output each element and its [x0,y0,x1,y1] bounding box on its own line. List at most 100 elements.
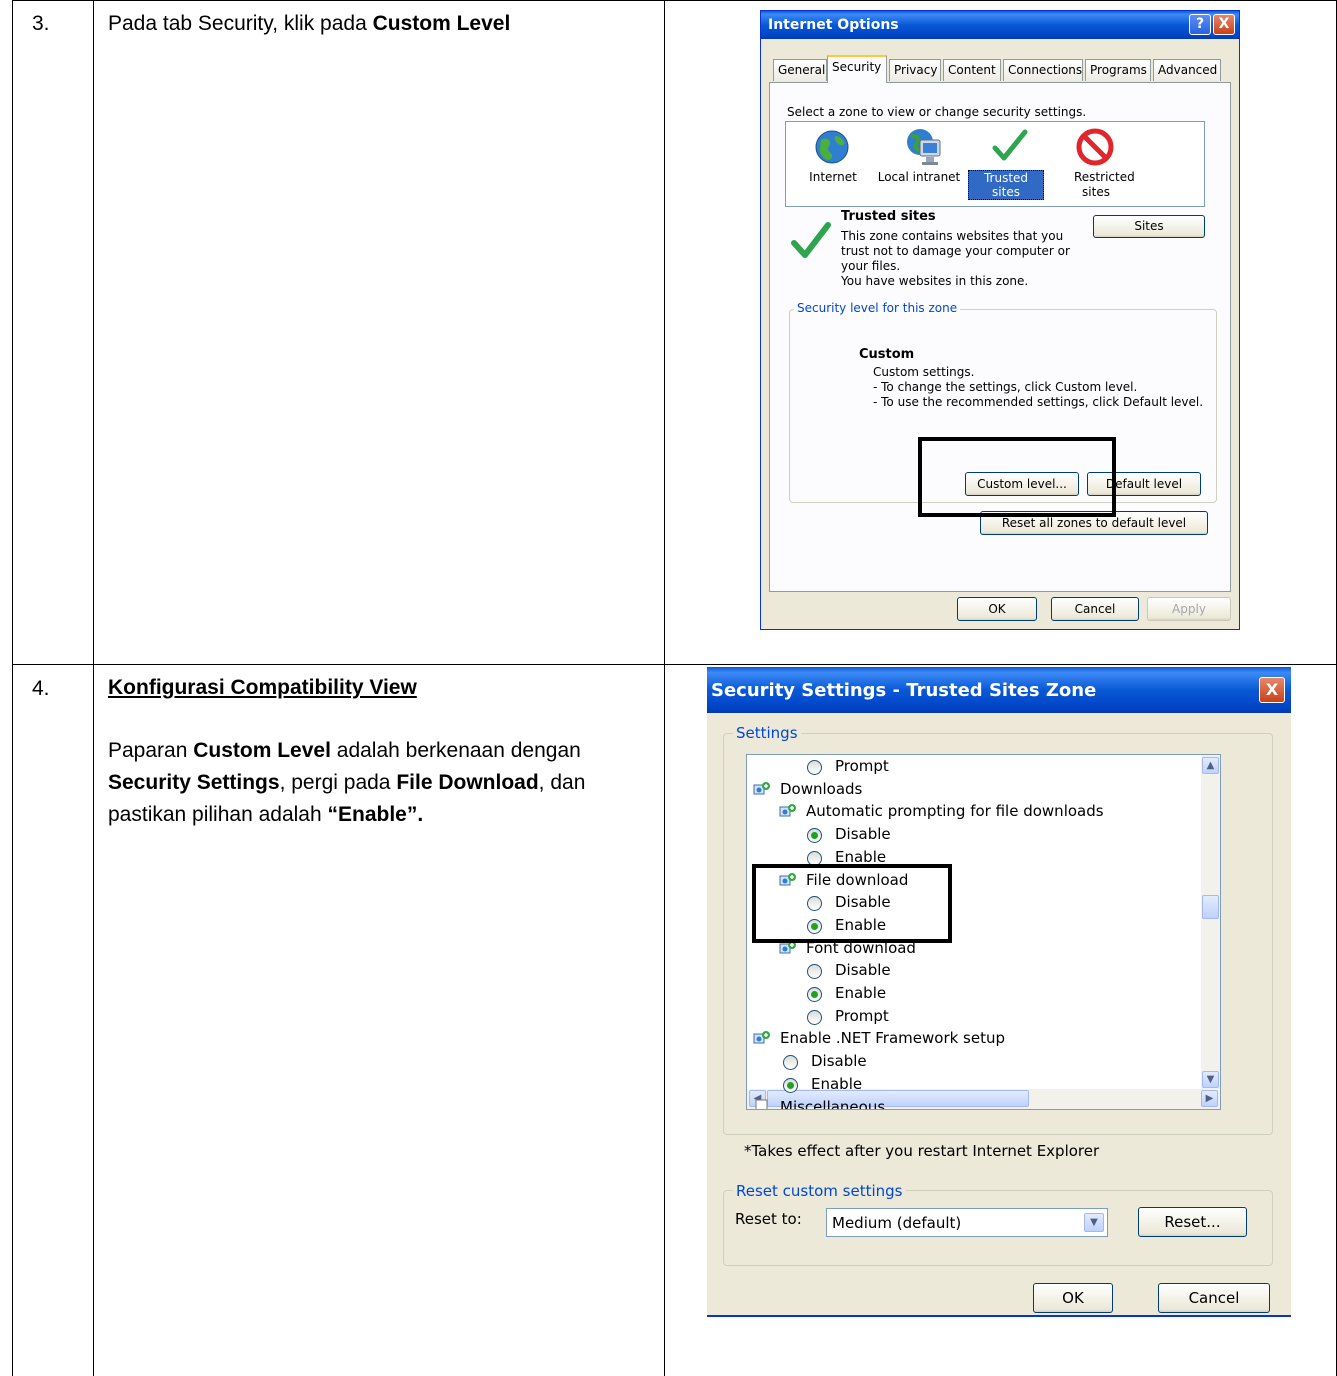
chevron-down-icon[interactable]: ▼ [1084,1213,1104,1232]
tree-label: Enable .NET Framework setup [780,1029,1006,1048]
table-row-divider [12,664,1337,665]
close-button[interactable]: X [1213,14,1235,35]
radio-unchecked-icon[interactable] [807,964,822,980]
radio-checked-icon[interactable] [783,1077,798,1093]
globe-icon[interactable] [814,128,850,166]
cancel-button[interactable]: Cancel [1051,597,1139,621]
tree-category[interactable]: Enable .NET Framework setup [753,1029,1153,1049]
selected-zone-title: Trusted sites [841,209,936,224]
level-desc-line: - To change the settings, click Custom l… [873,380,1138,394]
step-number-4: 4. [32,677,50,700]
tree-category[interactable]: Miscellaneous [753,1097,1153,1110]
dialog-bottom-border [707,1315,1291,1317]
local-intranet-icon[interactable] [904,126,944,168]
table-border-left [12,0,13,1376]
radio-unchecked-icon[interactable] [807,1009,822,1025]
radio-option[interactable]: Disable [807,961,1207,981]
table-border-col1 [93,0,94,1376]
scroll-right-icon[interactable]: ▶ [1201,1090,1218,1107]
highlight-custom-level [918,437,1116,517]
table-border-col2 [664,0,665,1376]
ok-button[interactable]: OK [957,597,1037,621]
restart-note: *Takes effect after you restart Internet… [744,1142,1100,1160]
zone-local-intranet-label[interactable]: Local intranet [874,170,964,184]
tab-programs[interactable]: Programs [1085,59,1151,81]
tab-content[interactable]: Content [943,59,1001,81]
tree-label: Miscellaneous [780,1097,886,1110]
radio-option[interactable]: Disable [783,1052,1183,1072]
radio-option[interactable]: Enable [783,1075,1183,1095]
radio-label: Disable [835,961,891,980]
page-icon [755,1099,768,1109]
step-4-heading-text: Konfigurasi Compatibility View [108,676,417,699]
close-button[interactable]: X [1259,677,1285,703]
zone-trusted-sites-label[interactable]: Trusted sites [968,170,1044,200]
radio-unchecked-icon[interactable] [783,1055,798,1071]
level-desc-line: Custom settings. [873,365,975,379]
step-4-paragraph: Paparan Custom Level adalah berkenaan de… [108,735,608,831]
para-text-2: adalah berkenaan dengan [330,739,581,762]
radio-option[interactable]: Enable [807,984,1207,1004]
para-text-1: Paparan [108,739,194,762]
highlight-file-download [752,864,952,943]
apply-button[interactable]: Apply [1147,597,1231,621]
cancel-button[interactable]: Cancel [1158,1283,1270,1313]
step-number-3: 3. [32,12,50,35]
step-3-instruction: Pada tab Security, klik pada Custom Leve… [108,8,648,40]
zone-desc-line: trust not to damage your computer or [841,244,1070,258]
radio-unchecked-icon[interactable] [807,760,822,775]
scroll-down-icon[interactable]: ▼ [1202,1071,1219,1088]
reset-button[interactable]: Reset... [1138,1207,1247,1237]
zone-restricted-sites-label[interactable]: Restricted sites [1074,170,1135,200]
radio-label: Enable [811,1074,863,1093]
zone-list: Internet Local intranet Trusted sites Re… [785,121,1205,207]
tab-security[interactable]: Security [827,55,887,83]
para-bold-1: Custom Level [193,739,331,762]
restricted-sites-icon[interactable] [1076,128,1114,166]
radio-checked-icon[interactable] [807,828,822,844]
security-settings-title: Security Settings - Trusted Sites Zone [711,680,1097,701]
tab-connections[interactable]: Connections [1003,59,1083,81]
tree-label: Automatic prompting for file downloads [806,802,1104,821]
step-4-heading: Konfigurasi Compatibility View [108,672,648,704]
tree-label: Downloads [780,779,863,798]
help-button[interactable]: ? [1189,14,1211,35]
tree-setting[interactable]: Automatic prompting for file downloads [779,802,1179,822]
step-3-bold: Custom Level [372,12,511,35]
security-settings-titlebar[interactable]: Security Settings - Trusted Sites Zone [707,667,1291,713]
zone-prompt: Select a zone to view or change security… [787,105,1087,119]
radio-label: Enable [835,984,887,1002]
settings-group-title: Settings [733,724,801,742]
selected-zone-check-icon [791,222,831,258]
ok-button[interactable]: OK [1033,1283,1113,1313]
tab-privacy[interactable]: Privacy [889,59,941,81]
radio-label: Disable [811,1052,867,1071]
level-description: Custom settings. - To change the setting… [873,365,1203,410]
radio-option[interactable]: Prompt [807,1007,1207,1027]
step-3-text: Pada tab Security, klik pada [108,12,373,35]
reset-to-value: Medium (default) [832,1214,962,1232]
radio-checked-icon[interactable] [807,987,822,1002]
zone-desc-line: This zone contains websites that you [841,229,1064,243]
level-title: Custom [859,347,915,362]
sites-button[interactable]: Sites [1093,215,1205,238]
internet-options-titlebar[interactable]: Internet Options [761,11,1239,39]
zone-description: This zone contains websites that you tru… [841,229,1070,289]
radio-option[interactable]: Disable [807,825,1207,845]
tree-category[interactable]: Downloads [753,780,1153,800]
radio-option[interactable]: Prompt [807,757,1207,777]
tab-general[interactable]: General [773,59,827,81]
settings-gear-icon [753,1031,770,1044]
reset-to-dropdown[interactable]: Medium (default) ▼ [826,1208,1108,1237]
trusted-sites-check-icon[interactable] [992,128,1028,164]
table-border-top [12,0,1337,1]
radio-label: Prompt [835,757,889,775]
para-text-3: , pergi pada [279,771,397,794]
para-bold-3: File Download [396,771,539,794]
zone-desc-line: your files. [841,259,901,273]
internet-options-dialog: Internet Options ? X General Security Pr… [760,10,1240,630]
tab-advanced[interactable]: Advanced [1153,59,1221,81]
zone-internet-label[interactable]: Internet [788,170,878,184]
zone-desc-line: You have websites in this zone. [841,274,1029,288]
reset-to-label: Reset to: [735,1210,802,1228]
